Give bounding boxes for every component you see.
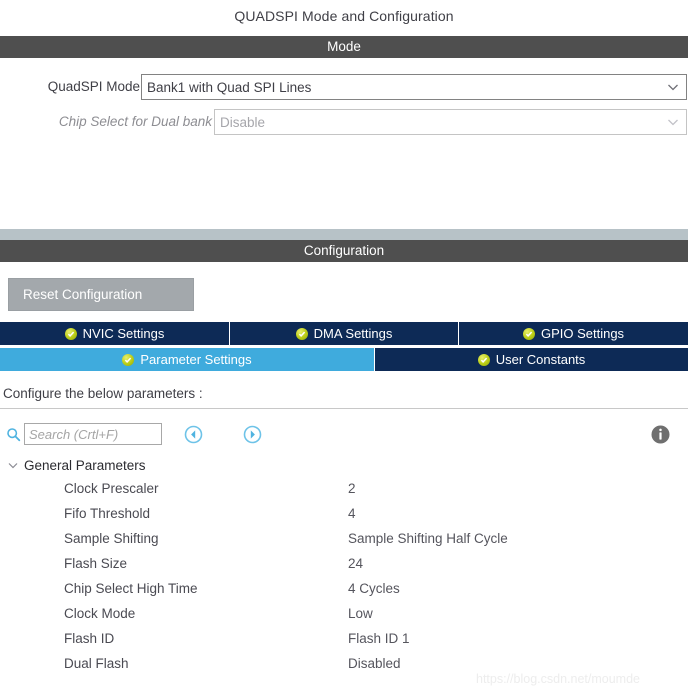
- parameter-tree: General Parameters Clock Prescaler 2 Fif…: [0, 454, 688, 676]
- tab-parameter-settings-label: Parameter Settings: [140, 352, 252, 367]
- param-name: Flash ID: [64, 631, 115, 646]
- table-row[interactable]: Clock Prescaler 2: [0, 476, 688, 501]
- param-value: Flash ID 1: [348, 631, 410, 646]
- chip-select-dual-bank-label: Chip Select for Dual bank: [58, 114, 212, 129]
- table-row[interactable]: Clock Mode Low: [0, 601, 688, 626]
- table-row[interactable]: Flash ID Flash ID 1: [0, 626, 688, 651]
- param-value: Low: [348, 606, 373, 621]
- quadspi-mode-value: Bank1 with Quad SPI Lines: [147, 79, 312, 95]
- quadspi-mode-select[interactable]: Bank1 with Quad SPI Lines: [141, 74, 687, 100]
- tab-dma-settings-label: DMA Settings: [313, 326, 393, 341]
- watermark: https://blog.csdn.net/moumde: [476, 672, 640, 686]
- table-row[interactable]: Sample Shifting Sample Shifting Half Cyc…: [0, 526, 688, 551]
- chevron-down-icon: [666, 115, 680, 129]
- quadspi-mode-label-wrap: QuadSPI Mode: [0, 74, 140, 100]
- param-name: Dual Flash: [64, 656, 129, 671]
- reset-configuration-button[interactable]: Reset Configuration: [8, 278, 194, 311]
- section-divider-band: [0, 229, 688, 240]
- param-name: Sample Shifting: [64, 531, 159, 546]
- param-name: Chip Select High Time: [64, 581, 198, 596]
- check-circle-icon: [522, 327, 535, 340]
- configuration-section-header: Configuration: [0, 240, 688, 262]
- param-value: 2: [348, 481, 356, 496]
- tab-user-constants-label: User Constants: [495, 352, 586, 367]
- tab-gpio-settings[interactable]: GPIO Settings: [459, 322, 688, 345]
- param-value: Disabled: [348, 656, 401, 671]
- chevron-down-icon[interactable]: [6, 458, 20, 472]
- mode-section-header: Mode: [0, 36, 688, 58]
- tab-dma-settings[interactable]: DMA Settings: [230, 322, 459, 345]
- search-input[interactable]: [24, 423, 162, 445]
- check-circle-icon: [122, 353, 135, 366]
- tab-parameter-settings[interactable]: Parameter Settings: [0, 348, 375, 371]
- quadspi-config-panel: QUADSPI Mode and Configuration Mode Quad…: [0, 0, 688, 698]
- param-value: Sample Shifting Half Cycle: [348, 531, 508, 546]
- parameter-group-general[interactable]: General Parameters: [0, 454, 688, 476]
- settings-tabs-row-1: NVIC Settings DMA Settings GPIO Settings: [0, 322, 688, 345]
- param-value: 4: [348, 506, 356, 521]
- param-name: Clock Mode: [64, 606, 136, 621]
- table-row[interactable]: Flash Size 24: [0, 551, 688, 576]
- circle-left-arrow-icon[interactable]: [183, 424, 204, 445]
- chip-select-dual-bank-value: Disable: [220, 114, 266, 130]
- tab-user-constants[interactable]: User Constants: [375, 348, 688, 371]
- info-circle-icon[interactable]: [650, 424, 671, 445]
- param-name: Flash Size: [64, 556, 128, 571]
- check-circle-icon: [477, 353, 490, 366]
- chip-select-dual-bank-row: Chip Select for Dual bank Disable: [0, 109, 688, 135]
- quadspi-mode-row: QuadSPI Mode Bank1 with Quad SPI Lines: [0, 74, 688, 100]
- tab-nvic-settings[interactable]: NVIC Settings: [0, 322, 230, 345]
- toolbar-divider: [0, 408, 688, 409]
- table-row[interactable]: Fifo Threshold 4: [0, 501, 688, 526]
- parameter-group-label: General Parameters: [24, 457, 146, 473]
- chevron-down-icon: [666, 80, 680, 94]
- chip-select-dual-bank-label-wrap: Chip Select for Dual bank: [0, 109, 212, 135]
- check-circle-icon: [295, 327, 308, 340]
- param-value: 4 Cycles: [348, 581, 400, 596]
- param-name: Clock Prescaler: [64, 481, 159, 496]
- configure-parameters-label: Configure the below parameters :: [3, 386, 203, 401]
- reset-configuration-label: Reset Configuration: [23, 287, 143, 302]
- check-circle-icon: [64, 327, 77, 340]
- table-row[interactable]: Chip Select High Time 4 Cycles: [0, 576, 688, 601]
- tab-gpio-settings-label: GPIO Settings: [540, 326, 625, 341]
- settings-tabs-row-2: Parameter Settings User Constants: [0, 348, 688, 371]
- param-name: Fifo Threshold: [64, 506, 151, 521]
- search-icon: [6, 427, 21, 442]
- tab-nvic-settings-label: NVIC Settings: [82, 326, 165, 341]
- circle-right-arrow-icon[interactable]: [242, 424, 263, 445]
- page-title: QUADSPI Mode and Configuration: [234, 8, 454, 24]
- param-value: 24: [348, 556, 364, 571]
- quadspi-mode-label: QuadSPI Mode: [47, 79, 140, 94]
- chip-select-dual-bank-select[interactable]: Disable: [214, 109, 687, 135]
